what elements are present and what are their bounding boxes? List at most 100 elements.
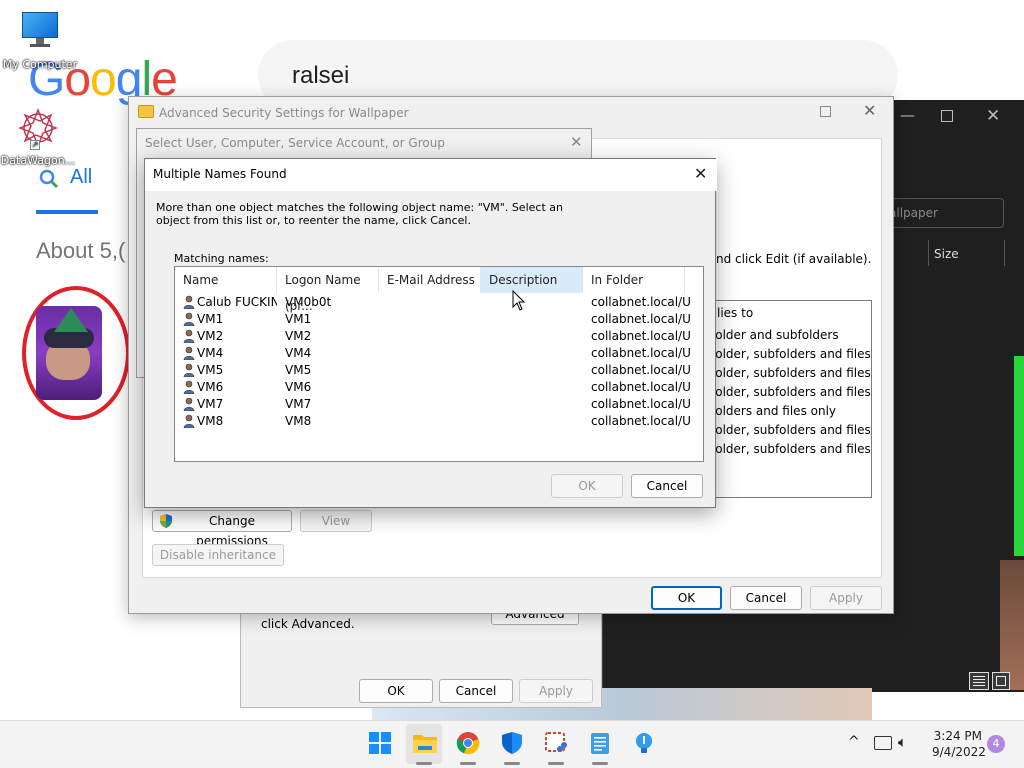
shortcut-arrow-icon: ↗ [30, 140, 40, 150]
folder-icon [138, 105, 154, 118]
close-icon[interactable]: ✕ [863, 101, 876, 120]
clock-date: 9/4/2022 [932, 745, 986, 759]
cell-folder: collabnet.local/U... [591, 295, 691, 309]
permissions-hint: nd click Edit (if available). [716, 252, 872, 266]
cell-logon: VM0b0t [285, 295, 332, 309]
multiple-names-message: More than one object matches the followi… [156, 201, 563, 227]
google-logo-o2: o [90, 53, 117, 106]
column-header-name[interactable]: Name [175, 267, 277, 293]
table-row[interactable]: VM2 VM2 collabnet.local/U... [175, 328, 703, 345]
defender-icon[interactable] [500, 731, 526, 757]
desktop-icon-my-computer[interactable]: My Computer [0, 12, 80, 71]
properties-apply-button[interactable]: Apply [519, 679, 593, 703]
change-permissions-button[interactable]: Change permissions [152, 510, 292, 548]
running-indicator [504, 762, 520, 765]
maximize-icon[interactable] [941, 110, 953, 122]
clock-time: 3:24 PM [933, 729, 982, 743]
minimize-icon[interactable]: — [900, 106, 915, 124]
multiple-names-ok-button[interactable]: OK [551, 474, 623, 498]
maximize-icon[interactable] [820, 106, 831, 117]
network-icon[interactable] [874, 736, 892, 750]
advanced-ok-button[interactable]: OK [651, 586, 722, 610]
disable-inheritance-button[interactable]: Disable inheritance [152, 544, 284, 566]
cell-logon: VM8 [285, 414, 312, 428]
desktop-icon-datawagon[interactable]: ↗ DataWagon... [0, 106, 78, 167]
advanced-security-title: Advanced Security Settings for Wallpaper [159, 106, 409, 120]
cell-logon: VM2 [285, 329, 312, 343]
notepad-icon[interactable] [588, 731, 614, 757]
cell-logon: VM7 [285, 397, 312, 411]
column-header-logon[interactable]: Logon Name (pr... [277, 267, 379, 313]
matching-names-list[interactable]: Name Logon Name (pr... E-Mail Address De… [174, 266, 704, 462]
column-header-email[interactable]: E-Mail Address [379, 267, 481, 293]
user-icon [183, 363, 195, 378]
table-row[interactable]: VM1 VM1 collabnet.local/U... [175, 311, 703, 328]
permission-entries-list[interactable]: lies to folder and subfolders folder, su… [702, 300, 872, 498]
multiple-names-cancel-button[interactable]: Cancel [631, 474, 703, 498]
advanced-cancel-button[interactable]: Cancel [730, 586, 802, 610]
message-line-1: More than one object matches the followi… [156, 201, 563, 214]
column-header-folder[interactable]: In Folder [583, 267, 685, 293]
file-explorer-icon[interactable] [412, 731, 438, 757]
chrome-icon[interactable] [456, 731, 482, 757]
table-row[interactable]: VM4 VM4 collabnet.local/U... [175, 345, 703, 362]
uac-shield-icon [159, 514, 173, 528]
volume-icon[interactable]: 🔈︎ [898, 733, 907, 751]
properties-cancel-button[interactable]: Cancel [439, 679, 513, 703]
table-row[interactable]: VM8 VM8 collabnet.local/U... [175, 413, 703, 430]
table-row[interactable]: VM5 VM5 collabnet.local/U... [175, 362, 703, 379]
properties-ok-button[interactable]: OK [359, 679, 433, 703]
cell-folder: collabnet.local/U... [591, 363, 691, 377]
chevron-up-icon[interactable]: ^ [848, 734, 860, 750]
multiple-names-title: Multiple Names Found [153, 167, 287, 181]
cell-name: VM2 [197, 329, 224, 343]
start-icon[interactable] [368, 731, 394, 757]
result-stats: About 5,( [36, 238, 126, 263]
clock[interactable]: 3:24 PM 9/4/2022 [932, 729, 986, 759]
cell-logon: VM4 [285, 346, 312, 360]
details-view-icon[interactable] [969, 672, 989, 690]
dark-search-input[interactable]: allpaper [878, 198, 1004, 228]
applies-to-cell: folder, subfolders and files [711, 347, 871, 361]
cell-name: VM8 [197, 414, 224, 428]
properties-advanced-hint: click Advanced. [261, 617, 355, 631]
cell-name: VM7 [197, 397, 224, 411]
user-icon [183, 397, 195, 412]
tips-icon[interactable] [632, 731, 658, 757]
desktop-icon-label: DataWagon... [0, 154, 76, 167]
cell-name: VM6 [197, 380, 224, 394]
size-column-header[interactable]: Size [934, 247, 959, 261]
view-button[interactable]: View [300, 510, 372, 532]
multiple-names-titlebar: Multiple Names Found ✕ [145, 159, 717, 191]
snipping-tool-icon[interactable] [544, 731, 570, 757]
running-indicator [592, 762, 608, 765]
applies-to-cell: folder and subfolders [711, 328, 839, 342]
cell-logon: VM5 [285, 363, 312, 377]
result-image[interactable] [36, 306, 102, 400]
advanced-apply-button[interactable]: Apply [810, 586, 882, 610]
table-row[interactable]: Calub FUCKIN... VM0b0t collabnet.local/U..… [175, 294, 703, 311]
user-icon [183, 380, 195, 395]
close-icon[interactable]: ✕ [694, 164, 707, 183]
table-row[interactable]: VM7 VM7 collabnet.local/U... [175, 396, 703, 413]
cell-logon: VM6 [285, 380, 312, 394]
user-icon [183, 329, 195, 344]
notification-badge[interactable]: 4 [987, 735, 1005, 753]
tiles-view-icon[interactable] [992, 672, 1010, 690]
properties-dialog[interactable]: click Advanced. Advanced OK Cancel Apply [240, 600, 602, 708]
close-icon[interactable]: ✕ [570, 133, 583, 151]
table-row[interactable]: VM6 VM6 collabnet.local/U... [175, 379, 703, 396]
user-icon [183, 295, 195, 310]
tab-all[interactable]: All [70, 166, 92, 189]
hat-shape [54, 308, 88, 332]
monitor-icon [20, 12, 60, 48]
applies-to-cell: folder, subfolders and files [711, 385, 871, 399]
running-indicator [548, 762, 564, 765]
close-icon[interactable]: ✕ [986, 106, 1000, 126]
cell-name: VM5 [197, 363, 224, 377]
cell-folder: collabnet.local/U... [591, 312, 691, 326]
cell-folder: collabnet.local/U... [591, 380, 691, 394]
applies-to-header: lies to [717, 306, 754, 320]
column-header-description[interactable]: Description [481, 267, 583, 293]
datawagon-icon: ↗ [16, 106, 60, 150]
